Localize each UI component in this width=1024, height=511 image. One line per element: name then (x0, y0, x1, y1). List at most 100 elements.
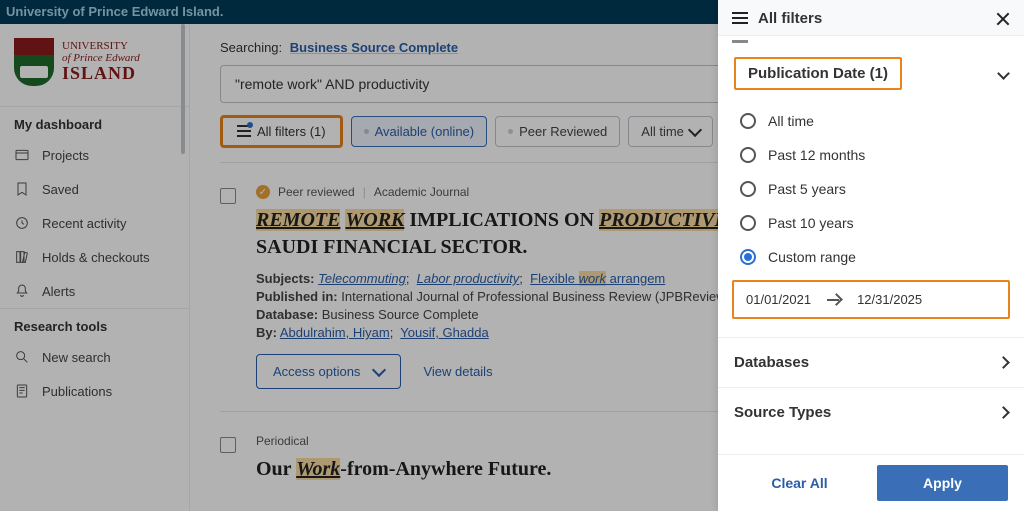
author-link[interactable]: Abdulrahim, Hiyam (280, 325, 390, 340)
radio-custom-range[interactable]: Custom range (718, 240, 1024, 274)
title-text: Our (256, 458, 296, 480)
sidebar-item-alerts[interactable]: Alerts (0, 274, 189, 308)
sidebar-item-saved[interactable]: Saved (0, 172, 189, 206)
meta-label: By: (256, 325, 277, 340)
publications-icon (14, 383, 30, 399)
search-icon (14, 349, 30, 365)
sidebar-item-projects[interactable]: Projects (0, 138, 189, 172)
holds-icon (14, 249, 30, 265)
sidebar: UNIVERSITY of Prince Edward ISLAND My da… (0, 24, 190, 511)
sidebar-item-new-search[interactable]: New search (0, 340, 189, 374)
radio-dot-icon (508, 129, 513, 134)
result-checkbox[interactable] (220, 188, 236, 204)
sidebar-item-label: Saved (42, 182, 79, 197)
button-label: Apply (923, 475, 962, 491)
sidebar-item-label: Alerts (42, 284, 75, 299)
databases-section[interactable]: Databases (718, 337, 1024, 387)
sidebar-item-holds[interactable]: Holds & checkouts (0, 240, 189, 274)
subject-link[interactable]: Flexible work arrangem (530, 271, 665, 286)
range-from-input[interactable]: 01/01/2021 (746, 292, 811, 307)
panel-body: Publication Date (1) All time Past 12 mo… (718, 43, 1024, 454)
title-highlight: REMOTE (256, 209, 340, 231)
sidebar-item-recent[interactable]: Recent activity (0, 206, 189, 240)
button-label: Access options (273, 364, 360, 379)
peer-reviewed-badge: Peer reviewed (278, 185, 355, 199)
filter-icon (732, 12, 748, 26)
logo-shield-icon (14, 38, 54, 86)
panel-footer: Clear All Apply (718, 454, 1024, 511)
saved-icon (14, 181, 30, 197)
subject-link[interactable]: Telecommuting (318, 271, 406, 286)
panel-header: All filters (718, 0, 1024, 36)
searching-label: Searching: (220, 40, 282, 55)
meta-label: Database: (256, 307, 318, 322)
title-text: SAUDI FINANCIAL SECTOR. (256, 236, 527, 258)
subject-link[interactable]: Labor productivity (417, 271, 520, 286)
dashboard-heading: My dashboard (0, 106, 189, 138)
panel-title: All filters (758, 10, 986, 27)
radio-past-12-months[interactable]: Past 12 months (718, 138, 1024, 172)
clear-all-button[interactable]: Clear All (734, 465, 865, 501)
access-options-button[interactable]: Access options (256, 354, 401, 389)
radio-label: Past 10 years (768, 215, 854, 231)
type-badge: Periodical (256, 434, 309, 448)
recent-icon (14, 215, 30, 231)
button-label: Clear All (771, 475, 827, 491)
radio-label: Custom range (768, 249, 856, 265)
radio-all-time[interactable]: All time (718, 104, 1024, 138)
radio-icon (740, 215, 756, 231)
chip-label: All filters (1) (257, 124, 326, 139)
available-chip[interactable]: Available (online) (351, 116, 488, 147)
projects-icon (14, 147, 30, 163)
institution-name: University of Prince Edward Island. (6, 4, 223, 19)
custom-range-row: 01/01/2021 12/31/2025 (732, 280, 1010, 319)
radio-dot-icon (364, 129, 369, 134)
logo-line1: UNIVERSITY (62, 40, 140, 52)
title-highlight: PRODUCTIVIT (599, 209, 735, 231)
chevron-down-icon (997, 67, 1010, 80)
view-details-link[interactable]: View details (423, 364, 492, 379)
radio-past-5-years[interactable]: Past 5 years (718, 172, 1024, 206)
section-label: Databases (734, 354, 809, 371)
title-text: -from-Anywhere Future. (340, 458, 551, 480)
radio-label: Past 12 months (768, 147, 865, 163)
search-query-text: "remote work" AND productivity (235, 76, 429, 92)
section-label: Source Types (734, 404, 831, 421)
publication-date-group[interactable]: Publication Date (1) (718, 57, 1024, 104)
sidebar-item-label: New search (42, 350, 111, 365)
filter-icon (237, 125, 251, 139)
source-types-section[interactable]: Source Types (718, 387, 1024, 437)
sidebar-item-publications[interactable]: Publications (0, 374, 189, 408)
chevron-down-icon (688, 123, 702, 137)
title-highlight: WORK (345, 209, 404, 231)
peer-reviewed-chip[interactable]: Peer Reviewed (495, 116, 620, 147)
meta-label: Subjects: (256, 271, 315, 286)
author-link[interactable]: Yousif, Ghadda (400, 325, 488, 340)
alerts-icon (14, 283, 30, 299)
chip-label: Peer Reviewed (519, 124, 607, 139)
close-icon[interactable] (996, 12, 1010, 26)
title-text: IMPLICATIONS ON (409, 209, 599, 231)
all-time-chip[interactable]: All time (628, 116, 713, 147)
meta-value: Business Source Complete (322, 307, 479, 322)
peer-reviewed-icon: ✓ (256, 185, 270, 199)
arrow-right-icon (827, 295, 841, 305)
logo-line3: ISLAND (62, 64, 140, 84)
radio-label: All time (768, 113, 814, 129)
chevron-down-icon (372, 363, 386, 377)
radio-past-10-years[interactable]: Past 10 years (718, 206, 1024, 240)
sidebar-item-label: Holds & checkouts (42, 250, 150, 265)
radio-label: Past 5 years (768, 181, 846, 197)
apply-button[interactable]: Apply (877, 465, 1008, 501)
chip-label: Available (online) (375, 124, 475, 139)
logo-text: UNIVERSITY of Prince Edward ISLAND (62, 40, 140, 84)
range-to-input[interactable]: 12/31/2025 (857, 292, 922, 307)
radio-icon (740, 113, 756, 129)
sidebar-item-label: Projects (42, 148, 89, 163)
meta-label: Published in: (256, 289, 338, 304)
all-filters-button[interactable]: All filters (1) (220, 115, 343, 148)
result-checkbox[interactable] (220, 437, 236, 453)
type-badge: Academic Journal (374, 185, 469, 199)
searching-database-link[interactable]: Business Source Complete (290, 40, 458, 55)
chevron-right-icon (997, 406, 1010, 419)
